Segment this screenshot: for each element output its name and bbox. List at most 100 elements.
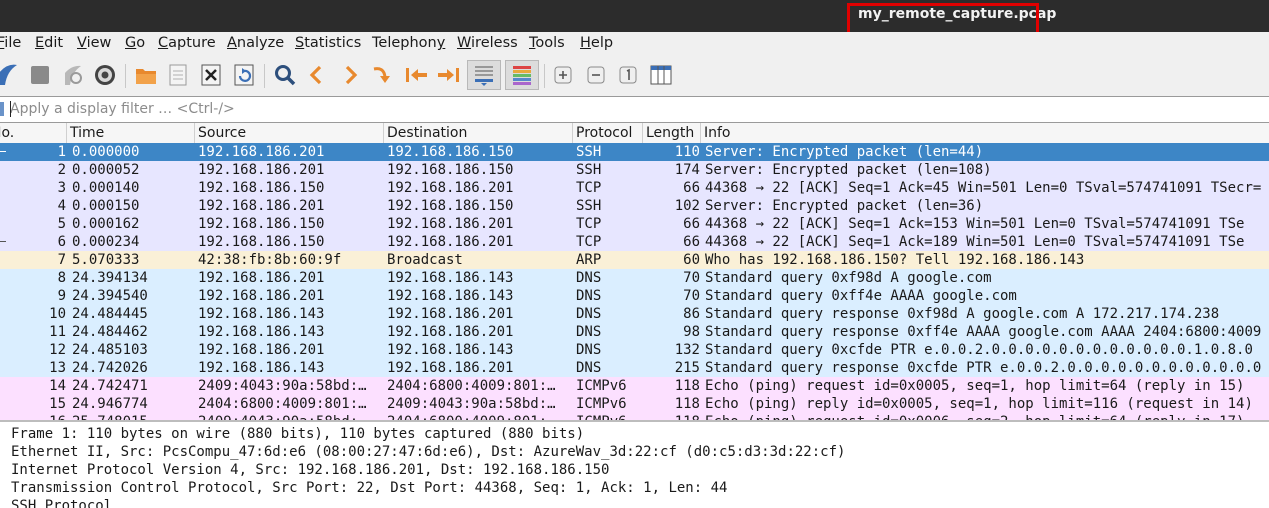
packet-cell-time: 0.000150: [72, 198, 140, 214]
normal-size-icon[interactable]: [613, 60, 643, 90]
packet-cell-time: 24.394540: [72, 288, 148, 304]
display-filter-input[interactable]: [10, 99, 1260, 118]
go-forward-icon[interactable]: [335, 60, 365, 90]
menu-help[interactable]: Help: [580, 35, 613, 51]
packet-row[interactable]: 11 24.484462 192.168.186.143 192.168.186.20…: [0, 323, 1269, 341]
menu-analyze[interactable]: Analyze: [227, 35, 284, 51]
packet-row[interactable]: 3 0.000140 192.168.186.150 192.168.186.201 T…: [0, 179, 1269, 197]
text-cursor: [10, 101, 11, 117]
packet-cell-src: 192.168.186.201: [198, 270, 325, 286]
display-filter-bar: [0, 96, 1269, 123]
detail-tree-item[interactable]: Frame 1: 110 bytes on wire (880 bits), 1…: [11, 425, 584, 443]
packet-details-pane: Frame 1: 110 bytes on wire (880 bits), 1…: [0, 422, 1269, 508]
column-header-source[interactable]: Source: [195, 123, 384, 143]
menu-tools[interactable]: Tools: [529, 35, 565, 51]
go-back-icon[interactable]: [302, 60, 332, 90]
menu-telephony[interactable]: Telephony: [372, 35, 445, 51]
go-to-packet-icon[interactable]: [367, 60, 397, 90]
column-header-time[interactable]: Time: [67, 123, 195, 143]
packet-cell-time: 25.748015: [72, 413, 194, 420]
packet-row[interactable]: 2 0.000052 192.168.186.201 192.168.186.150 S…: [0, 161, 1269, 179]
packet-cell-src: 192.168.186.201: [198, 144, 325, 160]
zoom-in-icon[interactable]: [548, 60, 578, 90]
restart-capture-icon[interactable]: [58, 60, 88, 90]
find-packet-icon[interactable]: [270, 60, 300, 90]
column-header-destination[interactable]: Destination: [384, 123, 573, 143]
save-file-icon[interactable]: [163, 60, 193, 90]
packet-list: 1 0.000000 192.168.186.201 192.168.186.150 S…: [0, 143, 1269, 420]
column-header-protocol[interactable]: Protocol: [573, 123, 643, 143]
stop-capture-icon[interactable]: [25, 60, 55, 90]
detail-tree-item[interactable]: Ethernet II, Src: PcsCompu_47:6d:e6 (08:…: [11, 443, 845, 461]
detail-tree-item[interactable]: Internet Protocol Version 4, Src: 192.16…: [11, 461, 609, 479]
filter-bookmark-icon[interactable]: [0, 102, 4, 116]
detail-tree-item[interactable]: SSH Protocol: [11, 497, 112, 508]
packet-row[interactable]: 9 24.394540 192.168.186.201 192.168.186.143…: [0, 287, 1269, 305]
packet-cell-len: 174: [674, 162, 700, 178]
packet-cell-info: Standard query response 0xcfde PTR e.0.0…: [705, 360, 1262, 376]
start-capture-icon[interactable]: [0, 60, 24, 90]
packet-row[interactable]: 6 0.000234 192.168.186.150 192.168.186.201 T…: [0, 233, 1269, 251]
packet-cell-no: 3: [57, 180, 66, 196]
go-last-icon[interactable]: [434, 60, 464, 90]
packet-cell-proto: ICMPv6: [576, 378, 627, 394]
packet-cell-proto: DNS: [576, 342, 602, 358]
packet-row[interactable]: 15 24.946774 2404:6800:4009:801:… 2409:4043…: [0, 395, 1269, 413]
close-file-icon[interactable]: [196, 60, 226, 90]
packet-cell-src: 192.168.186.150: [198, 216, 325, 232]
packet-cell-time: 0.000162: [72, 216, 140, 232]
packet-cell-dst: 192.168.186.201: [387, 180, 514, 196]
menu-go[interactable]: Go: [125, 35, 145, 51]
packet-row[interactable]: 14 24.742471 2409:4043:90a:58bd:… 2404:6800…: [0, 377, 1269, 395]
packet-cell-info: Standard query 0xf98d A google.com: [705, 270, 992, 286]
packet-cell-no: 14: [49, 378, 66, 394]
zoom-out-icon[interactable]: [581, 60, 611, 90]
column-header-label: Time: [70, 125, 105, 141]
packet-cell-len: 215: [674, 360, 700, 376]
open-file-icon[interactable]: [131, 60, 161, 90]
packet-row[interactable]: 4 0.000150 192.168.186.201 192.168.186.150 S…: [0, 197, 1269, 215]
menu-capture[interactable]: Capture: [158, 35, 216, 51]
packet-row[interactable]: 12 24.485103 192.168.186.201 192.168.186.14…: [0, 341, 1269, 359]
packet-cell-time: 0.000000: [72, 144, 140, 160]
menu-edit[interactable]: Edit: [35, 35, 63, 51]
menu-bar: File Edit View Go Capture Analyze Statistics Te…: [0, 32, 1269, 56]
packet-row[interactable]: 7 5.070333 42:38:fb:8b:60:9f Broadcast ARP 60…: [0, 251, 1269, 269]
menu-file[interactable]: File: [0, 35, 21, 51]
capture-options-icon[interactable]: [90, 60, 120, 90]
menu-view[interactable]: View: [77, 35, 111, 51]
packet-cell-info: Server: Encrypted packet (len=108): [705, 162, 992, 178]
packet-cell-len: 66: [683, 234, 700, 250]
packet-cell-len: 118: [674, 396, 700, 412]
autoscroll-icon[interactable]: [467, 60, 501, 90]
packet-row[interactable]: 5 0.000162 192.168.186.150 192.168.186.201 T…: [0, 215, 1269, 233]
packet-row[interactable]: 13 24.742026 192.168.186.143 192.168.186.20…: [0, 359, 1269, 377]
packet-cell-no: 5: [57, 216, 66, 232]
detail-tree-item[interactable]: Transmission Control Protocol, Src Port:…: [11, 479, 727, 497]
packet-row[interactable]: 1 0.000000 192.168.186.201 192.168.186.150 S…: [0, 143, 1269, 161]
packet-cell-src: 42:38:fb:8b:60:9f: [198, 252, 342, 268]
packet-cell-dst: 192.168.186.201: [387, 234, 514, 250]
resize-columns-icon[interactable]: [646, 60, 676, 90]
packet-cell-info: 44368 → 22 [ACK] Seq=1 Ack=153 Win=501 L…: [705, 216, 1245, 232]
packet-cell-proto: DNS: [576, 360, 602, 376]
packet-cell-src: 192.168.186.143: [198, 360, 325, 376]
colorize-icon[interactable]: [505, 60, 539, 90]
go-first-icon[interactable]: [401, 60, 431, 90]
column-header-info[interactable]: Info: [701, 123, 1269, 143]
packet-cell-info: Standard query 0xff4e AAAA google.com: [705, 288, 1017, 304]
packet-row[interactable]: 8 24.394134 192.168.186.201 192.168.186.143…: [0, 269, 1269, 287]
column-header-no[interactable]: No.: [0, 123, 67, 143]
window-title-bar: my_remote_capture.pcap: [0, 0, 1269, 38]
packet-row[interactable]: 16 25.748015 2409:4043:90a:58bd:… 2404:6800…: [0, 413, 1269, 420]
packet-cell-time: 0.000140: [72, 180, 140, 196]
packet-cell-src: 192.168.186.201: [198, 162, 325, 178]
reload-file-icon[interactable]: [229, 60, 259, 90]
packet-cell-proto: TCP: [576, 180, 602, 196]
packet-cell-dst: Broadcast: [387, 252, 463, 268]
menu-wireless[interactable]: Wireless: [457, 35, 518, 51]
packet-cell-src: 2409:4043:90a:58bd:…: [198, 413, 382, 420]
packet-row[interactable]: 10 24.484445 192.168.186.143 192.168.186.20…: [0, 305, 1269, 323]
column-header-length[interactable]: Length: [643, 123, 701, 143]
menu-statistics[interactable]: Statistics: [295, 35, 361, 51]
